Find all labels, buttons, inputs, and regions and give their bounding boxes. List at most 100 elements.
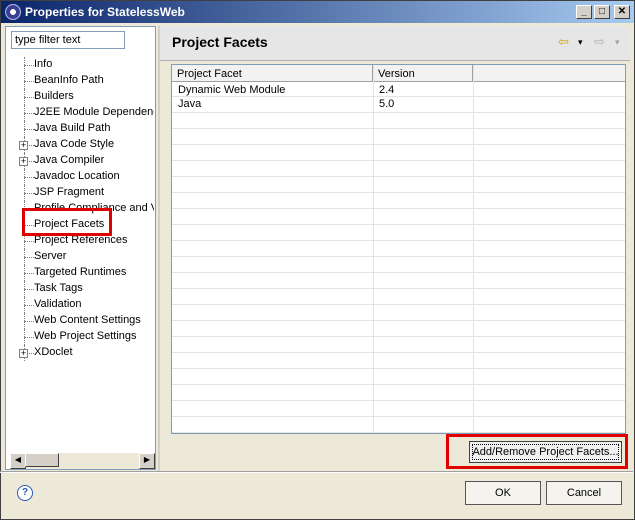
forward-arrow-icon[interactable]: ⇨ — [594, 35, 605, 49]
table-gridline — [172, 192, 625, 193]
tree-connector — [24, 257, 34, 258]
scroll-right-button[interactable]: ▶ — [139, 453, 155, 469]
tree-item-label: Validation — [34, 298, 82, 310]
tree-connector — [24, 273, 34, 274]
tree-item[interactable]: Web Content Settings — [11, 313, 154, 329]
table-gridline — [172, 256, 625, 257]
scroll-thumb[interactable] — [25, 453, 59, 467]
table-gridline — [172, 384, 625, 385]
table-gridline — [172, 176, 625, 177]
back-history-dropdown-icon[interactable]: ▾ — [578, 35, 583, 49]
table-gridline — [172, 272, 625, 273]
close-button[interactable]: ✕ — [614, 5, 630, 19]
tree-connector — [24, 193, 34, 194]
button-bar-separator — [0, 471, 633, 473]
tree-item-label: Task Tags — [34, 282, 83, 294]
table-gridline — [172, 368, 625, 369]
table-gridline — [172, 336, 625, 337]
filter-input[interactable] — [11, 31, 125, 49]
column-header-version[interactable]: Version — [373, 65, 473, 82]
tree-connector — [24, 289, 34, 290]
add-remove-facets-button[interactable]: Add/Remove Project Facets... — [469, 441, 622, 463]
focus-ring — [472, 444, 619, 460]
table-gridline — [373, 65, 374, 433]
expand-icon[interactable]: + — [19, 141, 28, 150]
eclipse-icon — [5, 4, 21, 20]
tree-item-label: BeanInfo Path — [34, 74, 104, 86]
tree-connector — [24, 81, 34, 82]
tree-item[interactable]: + Java Code Style — [11, 137, 154, 153]
tree-item-label: JSP Fragment — [34, 186, 105, 198]
tree-item[interactable]: Validation — [11, 297, 154, 313]
tree-item[interactable]: Server — [11, 249, 154, 265]
tree-item-label: Javadoc Location — [34, 170, 120, 182]
tree-item[interactable]: Targeted Runtimes — [11, 265, 154, 281]
table-gridline — [172, 288, 625, 289]
tree-item[interactable]: Task Tags — [11, 281, 154, 297]
facet-version-cell: 5.0 — [379, 98, 395, 110]
table-gridline — [172, 432, 625, 433]
help-icon[interactable]: ? — [17, 485, 33, 501]
tree-connector — [24, 305, 34, 306]
tree-connector — [24, 65, 34, 66]
tree-connector — [24, 113, 34, 114]
table-gridline — [172, 208, 625, 209]
table-gridline — [172, 240, 625, 241]
tree-item-label: Java Compiler — [34, 154, 105, 166]
scroll-left-button[interactable]: ◀ — [10, 453, 26, 469]
maximize-button[interactable]: □ — [594, 5, 610, 19]
back-arrow-icon[interactable]: ⇦ — [558, 35, 569, 49]
tree-item-label: Java Build Path — [34, 122, 111, 134]
expand-icon[interactable]: + — [19, 349, 28, 358]
forward-history-dropdown-icon[interactable]: ▾ — [615, 35, 620, 49]
tree-item[interactable]: + XDoclet — [11, 345, 154, 361]
ok-button[interactable]: OK — [465, 481, 541, 505]
property-tree[interactable]: Info BeanInfo Path Builders J2EE Module Dep… — [11, 57, 154, 451]
tree-connector — [24, 129, 34, 130]
table-gridline — [172, 400, 625, 401]
table-gridline — [473, 65, 474, 433]
tree-item[interactable]: J2EE Module Dependencies — [11, 105, 154, 121]
tree-connector — [24, 177, 34, 178]
tree-connector — [24, 241, 34, 242]
cancel-button[interactable]: Cancel — [546, 481, 622, 505]
table-gridline — [172, 144, 625, 145]
tree-item-label: Targeted Runtimes — [34, 266, 127, 278]
table-gridline — [172, 304, 625, 305]
tree-item-label: Web Content Settings — [34, 314, 141, 326]
tree-item-label: Server — [34, 250, 67, 262]
table-gridline — [172, 352, 625, 353]
table-gridline — [172, 128, 625, 129]
tree-item-label: Web Project Settings — [34, 330, 137, 342]
tree-item[interactable]: Javadoc Location — [11, 169, 154, 185]
table-gridline — [172, 160, 625, 161]
table-gridline — [172, 112, 625, 113]
tree-item-label: XDoclet — [34, 346, 73, 358]
tree-item-label: Info — [34, 58, 53, 70]
tree-item[interactable]: Info — [11, 57, 154, 73]
tree-item[interactable]: Java Build Path — [11, 121, 154, 137]
column-header-facet[interactable]: Project Facet — [172, 65, 373, 82]
page-header: Project Facets ⇦ ▾ ⇨ ▾ — [160, 26, 630, 61]
tree-item[interactable]: Builders — [11, 89, 154, 105]
tree-item[interactable]: Web Project Settings — [11, 329, 154, 345]
table-gridline — [172, 416, 625, 417]
project-facets-highlight — [22, 208, 112, 236]
expand-icon[interactable]: + — [19, 157, 28, 166]
tree-connector — [24, 337, 34, 338]
tree-connector — [24, 321, 34, 322]
table-gridline — [172, 224, 625, 225]
tree-item[interactable]: BeanInfo Path — [11, 73, 154, 89]
facets-table[interactable]: Project Facet Version Dynamic Web Module… — [171, 64, 626, 434]
tree-item[interactable]: + Java Compiler — [11, 153, 154, 169]
tree-horizontal-scrollbar[interactable]: ◀ ▶ — [10, 453, 155, 469]
window-title: Properties for StatelessWeb — [25, 5, 185, 19]
tree-item-label: Java Code Style — [34, 138, 115, 150]
title-bar[interactable]: Properties for StatelessWeb _ □ ✕ — [1, 1, 634, 23]
minimize-button[interactable]: _ — [576, 5, 592, 19]
page-title: Project Facets — [172, 34, 268, 50]
table-gridline — [172, 320, 625, 321]
tree-item[interactable]: JSP Fragment — [11, 185, 154, 201]
pane-divider[interactable] — [158, 26, 160, 472]
tree-connector — [24, 97, 34, 98]
